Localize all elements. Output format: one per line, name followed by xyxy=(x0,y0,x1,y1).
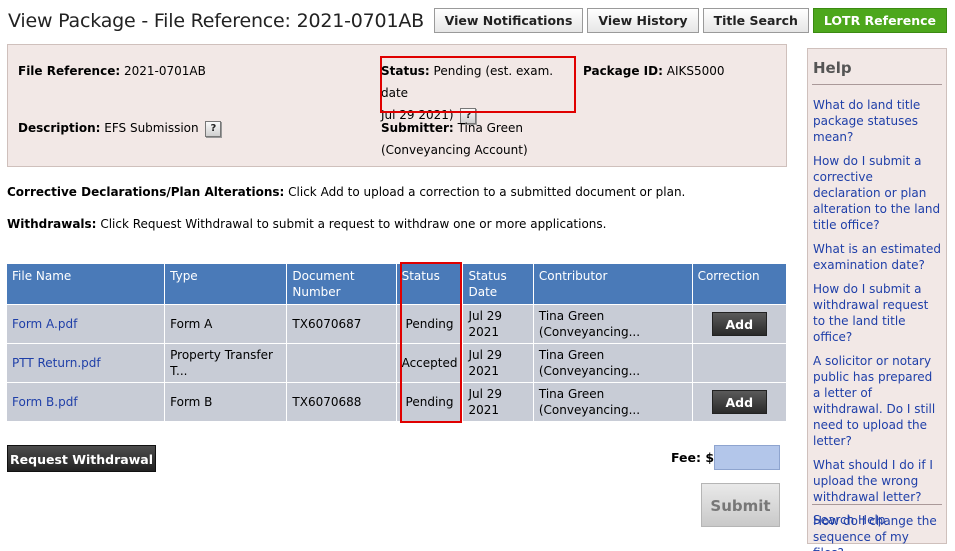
file-reference-value: 2021-0701AB xyxy=(123,64,206,78)
tab-view-notifications[interactable]: View Notifications xyxy=(433,8,584,33)
status-date-cell: Jul 29 2021 xyxy=(462,382,534,422)
header-correction: Correction xyxy=(692,264,788,305)
type-cell: Property Transfer T... xyxy=(164,343,288,383)
correction-cell-empty xyxy=(692,343,788,383)
tab-view-history[interactable]: View History xyxy=(587,8,699,33)
submitter-value-line2: (Conveyancing Account) xyxy=(381,143,528,157)
table-header-row: File Name Type Document Number Status St… xyxy=(7,264,788,305)
add-correction-button[interactable]: Add xyxy=(711,390,767,414)
package-id-field: Package ID: AIKS5000 xyxy=(583,60,725,82)
status-highlight-box xyxy=(380,56,576,113)
page-title: View Package - File Reference: 2021-0701… xyxy=(8,10,424,32)
contributor-cell: Tina Green (Conveyancing... xyxy=(533,343,693,383)
file-link[interactable]: Form A.pdf xyxy=(12,317,77,331)
help-link-statuses[interactable]: What do land title package statuses mean… xyxy=(813,97,943,145)
doc-number-cell: TX6070687 xyxy=(286,304,397,344)
type-cell: Form B xyxy=(164,382,288,422)
files-table: File Name Type Document Number Status St… xyxy=(7,264,788,422)
status-cell: Pending xyxy=(396,382,464,422)
top-tabs: View Notifications View History Title Se… xyxy=(433,8,947,33)
search-help-link[interactable]: Search Help xyxy=(813,513,885,527)
file-link[interactable]: Form B.pdf xyxy=(12,395,78,409)
corrective-note: Corrective Declarations/Plan Alterations… xyxy=(7,185,685,199)
add-correction-button[interactable]: Add xyxy=(711,312,767,336)
header-contributor: Contributor xyxy=(533,264,693,305)
doc-number-cell xyxy=(286,343,397,383)
help-divider-top xyxy=(812,84,942,85)
request-withdrawal-button[interactable]: Request Withdrawal xyxy=(7,445,156,472)
withdrawals-text: Click Request Withdrawal to submit a req… xyxy=(100,217,607,231)
tab-lotr-reference[interactable]: LOTR Reference xyxy=(812,8,947,33)
type-cell: Form A xyxy=(164,304,288,344)
status-cell: Pending xyxy=(396,304,464,344)
status-cell: Accepted xyxy=(396,343,464,383)
submitter-value: Tina Green xyxy=(457,121,523,135)
package-id-value: AIKS5000 xyxy=(666,64,725,78)
table-row: PTT Return.pdf Property Transfer T... Ac… xyxy=(7,343,788,383)
submitter-label: Submitter: xyxy=(381,121,454,135)
withdrawals-note: Withdrawals: Click Request Withdrawal to… xyxy=(7,217,606,231)
help-panel: Help What do land title package statuses… xyxy=(807,48,947,551)
doc-number-cell: TX6070688 xyxy=(286,382,397,422)
help-divider-bottom xyxy=(812,504,942,505)
header-document-number: Document Number xyxy=(286,264,397,305)
help-link-exam-date[interactable]: What is an estimated examination date? xyxy=(813,241,943,273)
description-label: Description: xyxy=(18,121,101,135)
header-type: Type xyxy=(164,264,288,305)
submit-button[interactable]: Submit xyxy=(701,483,780,527)
corrective-label: Corrective Declarations/Plan Alterations… xyxy=(7,185,285,199)
help-link-withdrawal-letter[interactable]: A solicitor or notary public has prepare… xyxy=(813,353,943,449)
help-links: What do land title package statuses mean… xyxy=(813,97,943,551)
contributor-cell: Tina Green (Conveyancing... xyxy=(533,382,693,422)
package-info-panel: File Reference: 2021-0701AB Status: Pend… xyxy=(7,44,787,167)
package-id-label: Package ID: xyxy=(583,64,663,78)
description-help-icon[interactable]: ? xyxy=(205,120,222,137)
description-field: Description: EFS Submission ? xyxy=(18,117,222,139)
help-link-wrong-letter[interactable]: What should I do if I upload the wrong w… xyxy=(813,457,943,505)
fee-label: Fee: $ xyxy=(671,450,715,465)
header-status: Status xyxy=(396,264,464,305)
file-reference-label: File Reference: xyxy=(18,64,121,78)
withdrawals-label: Withdrawals: xyxy=(7,217,97,231)
fee-input[interactable] xyxy=(714,445,780,470)
status-date-cell: Jul 29 2021 xyxy=(462,304,534,344)
header-file-name: File Name xyxy=(7,264,166,305)
header-status-date: Status Date xyxy=(462,264,534,305)
table-row: Form A.pdf Form A TX6070687 Pending Jul … xyxy=(7,304,788,344)
file-link[interactable]: PTT Return.pdf xyxy=(12,356,101,370)
status-date-cell: Jul 29 2021 xyxy=(462,343,534,383)
help-link-withdrawal-request[interactable]: How do I submit a withdrawal request to … xyxy=(813,281,943,345)
help-link-corrective[interactable]: How do I submit a corrective declaration… xyxy=(813,153,943,233)
table-row: Form B.pdf Form B TX6070688 Pending Jul … xyxy=(7,382,788,422)
file-reference-field: File Reference: 2021-0701AB xyxy=(18,60,206,82)
corrective-text: Click Add to upload a correction to a su… xyxy=(288,185,686,199)
contributor-cell: Tina Green (Conveyancing... xyxy=(533,304,693,344)
submitter-field: Submitter: Tina Green (Conveyancing Acco… xyxy=(381,117,528,161)
tab-title-search[interactable]: Title Search xyxy=(702,8,809,33)
description-value: EFS Submission xyxy=(104,121,199,135)
help-title: Help xyxy=(813,59,852,77)
